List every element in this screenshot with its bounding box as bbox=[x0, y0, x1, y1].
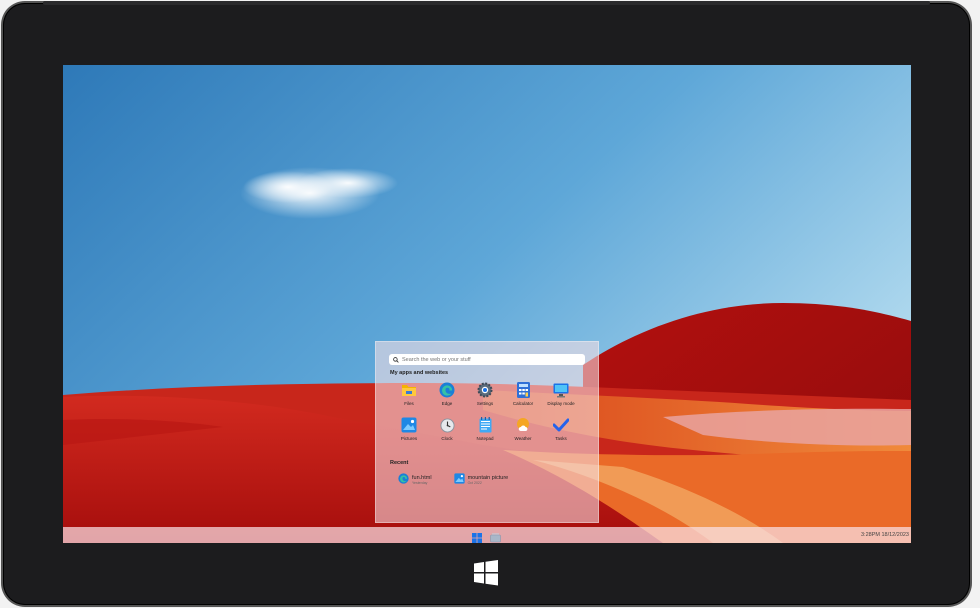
taskbar-task-view-button[interactable] bbox=[490, 530, 501, 543]
folder-icon bbox=[401, 382, 417, 398]
edge-icon bbox=[439, 382, 455, 398]
windows-logo-icon bbox=[472, 533, 482, 543]
app-display-mode[interactable]: Display mode bbox=[542, 382, 580, 406]
app-label: Edge bbox=[441, 401, 453, 406]
tablet-top-edge bbox=[43, 1, 930, 5]
app-tasks[interactable]: Tasks bbox=[542, 417, 580, 441]
app-label: Files bbox=[404, 401, 414, 406]
app-label: Pictures bbox=[400, 436, 418, 441]
clock-icon bbox=[439, 417, 455, 433]
app-settings[interactable]: Settings bbox=[466, 382, 504, 406]
app-weather[interactable]: Weather bbox=[504, 417, 542, 441]
taskbar: 3:28PM 18/12/2023 bbox=[63, 527, 911, 543]
recent-item-time: Oct 2022 bbox=[467, 480, 482, 485]
app-pictures[interactable]: Pictures bbox=[390, 417, 428, 441]
screen: My apps and websites Files Edge Settings bbox=[63, 65, 911, 543]
app-edge[interactable]: Edge bbox=[428, 382, 466, 406]
recent-item-mountain-picture[interactable]: mountain picture Oct 2022 bbox=[453, 471, 508, 489]
apps-grid: Files Edge Settings Calculator Display m… bbox=[390, 382, 590, 441]
weather-icon bbox=[515, 417, 531, 433]
app-clock[interactable]: Clock bbox=[428, 417, 466, 441]
search-box[interactable] bbox=[389, 354, 585, 365]
calculator-icon bbox=[515, 382, 531, 398]
app-files[interactable]: Files bbox=[390, 382, 428, 406]
recent-list: fun.html Yesterday mountain picture Oct … bbox=[398, 471, 530, 489]
task-view-icon bbox=[490, 533, 501, 543]
app-label: Clock bbox=[441, 436, 453, 441]
apps-heading: My apps and websites bbox=[390, 370, 449, 376]
app-label: Display mode bbox=[547, 401, 575, 406]
pictures-icon bbox=[453, 471, 465, 489]
edge-icon bbox=[398, 471, 409, 489]
start-menu: My apps and websites Files Edge Settings bbox=[375, 341, 599, 523]
recent-heading: Recent bbox=[390, 460, 409, 466]
pictures-icon bbox=[401, 417, 417, 433]
windows-home-button[interactable] bbox=[473, 560, 499, 586]
taskbar-clock[interactable]: 3:28PM 18/12/2023 bbox=[861, 532, 909, 538]
app-label: Calculator bbox=[512, 401, 534, 406]
app-calculator[interactable]: Calculator bbox=[504, 382, 542, 406]
app-notepad[interactable]: Notepad bbox=[466, 417, 504, 441]
app-label: Notepad bbox=[476, 436, 494, 441]
recent-item-fun-html[interactable]: fun.html Yesterday bbox=[398, 471, 432, 489]
app-label: Weather bbox=[514, 436, 532, 441]
notepad-icon bbox=[477, 417, 493, 433]
search-input[interactable] bbox=[399, 355, 582, 364]
checkmark-icon bbox=[553, 417, 569, 433]
app-label: Settings bbox=[476, 401, 494, 406]
recent-item-time: Yesterday bbox=[412, 480, 428, 485]
windows-logo-icon bbox=[474, 560, 498, 586]
gear-icon bbox=[477, 382, 493, 398]
monitor-icon bbox=[553, 382, 569, 398]
app-label: Tasks bbox=[555, 436, 567, 441]
taskbar-start-button[interactable] bbox=[472, 530, 482, 543]
